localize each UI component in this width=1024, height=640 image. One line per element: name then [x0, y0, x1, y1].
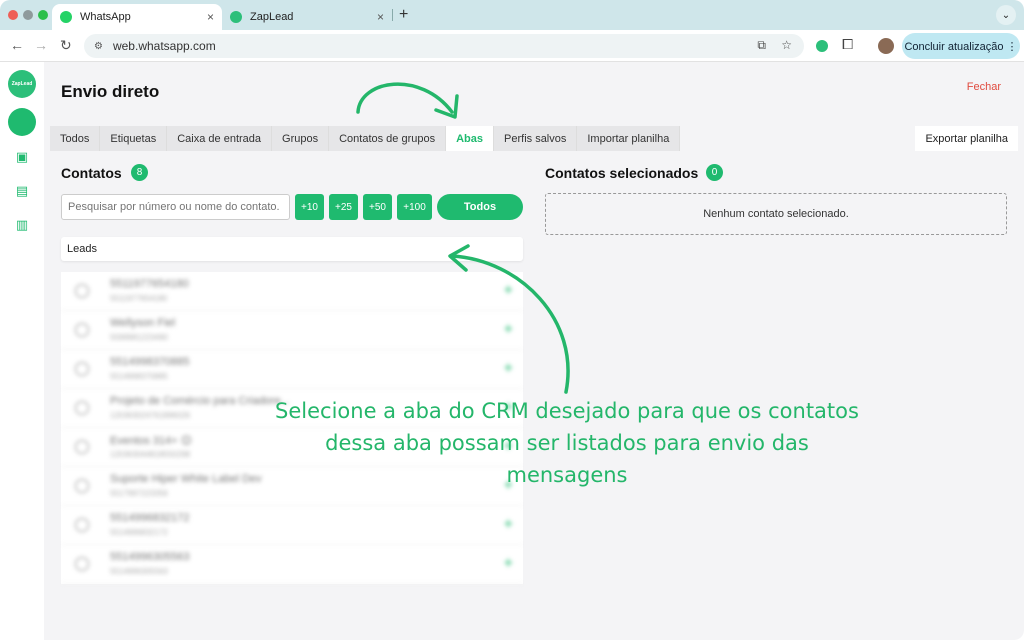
contact-number: 120363024761896026 [110, 411, 191, 420]
group-icon [75, 440, 89, 454]
profile-avatar[interactable] [878, 38, 894, 54]
add-contact-icon[interactable]: + [504, 516, 513, 534]
tab-abas[interactable]: Abas [446, 126, 495, 151]
contact-number: 5599981223490 [110, 333, 168, 342]
zaplead-logo[interactable]: ZapLead [8, 70, 36, 98]
whatsapp-icon [60, 11, 72, 23]
tab-caixa-de-entrada[interactable]: Caixa de entrada [167, 126, 273, 151]
add-50-button[interactable]: +50 [363, 194, 392, 220]
zaplead-extension-icon[interactable] [816, 40, 828, 52]
user-icon [75, 284, 89, 298]
chat-bubbles-icon[interactable]: ▤ [15, 183, 29, 198]
site-settings-icon[interactable]: ⚙ [94, 41, 103, 52]
contact-number: 5517997223356 [110, 489, 168, 498]
empty-selection-text: Nenhum contato selecionado. [703, 208, 849, 220]
contact-number: 5514998370885 [110, 372, 168, 381]
tab-contatos-de-grupos[interactable]: Contatos de grupos [329, 126, 447, 151]
tab-strip: WhatsApp × ZapLead × + ⌄ [0, 0, 1024, 30]
contact-name: 5514996305563 [110, 551, 190, 563]
add-10-button[interactable]: +10 [295, 194, 324, 220]
contact-number: 5514996305563 [110, 567, 168, 576]
clipboard-icon[interactable]: ▥ [15, 217, 29, 232]
tab-search-button[interactable]: ⌄ [996, 5, 1016, 25]
zaplead-icon [230, 11, 242, 23]
reload-icon[interactable]: ↻ [60, 37, 72, 54]
url-text: web.whatsapp.com [112, 39, 216, 53]
bookmark-star-icon[interactable]: ☆ [781, 38, 792, 52]
minimize-window-button[interactable] [23, 10, 33, 20]
user-icon [75, 557, 89, 571]
contacts-title: Contatos [61, 165, 122, 181]
selected-count-badge: 0 [706, 164, 723, 181]
add-contact-icon[interactable]: + [504, 360, 513, 378]
add-contact-icon[interactable]: + [504, 282, 513, 300]
user-icon [75, 362, 89, 376]
sidebar-avatar[interactable] [8, 108, 36, 136]
direct-send-panel: Envio direto Fechar Todos Etiquetas Caix… [44, 62, 1024, 640]
close-window-button[interactable] [8, 10, 18, 20]
add-100-button[interactable]: +100 [397, 194, 432, 220]
address-bar[interactable]: ⚙ web.whatsapp.com ⧉ ☆ [84, 34, 804, 58]
browser-tab-whatsapp[interactable]: WhatsApp × [52, 4, 222, 30]
forward-arrow-icon[interactable]: → [34, 37, 48, 53]
list-item[interactable]: 5511977654180 5511977654180 + [61, 272, 523, 311]
list-item[interactable]: 5514996832172 5514996832172 + [61, 506, 523, 545]
extensions-puzzle-icon[interactable]: ⧠ [842, 36, 853, 53]
tab-importar-planilha[interactable]: Importar planilha [577, 126, 681, 151]
close-tab-icon[interactable]: × [377, 10, 384, 24]
group-icon [75, 401, 89, 415]
source-tabs: Todos Etiquetas Caixa de entrada Grupos … [50, 126, 681, 151]
contact-name: Eventos 314+ 😊 [110, 435, 193, 447]
browser-window: WhatsApp × ZapLead × + ⌄ ← → ↻ ⚙ web.wha… [0, 0, 1024, 640]
tab-etiquetas[interactable]: Etiquetas [100, 126, 168, 151]
close-button[interactable]: Fechar [967, 81, 1001, 93]
crm-tab-select[interactable]: Leads [61, 237, 523, 261]
contact-name: Wellyson Fiel [110, 317, 176, 329]
contacts-count-badge: 8 [131, 164, 148, 181]
add-contact-icon[interactable]: + [504, 555, 513, 573]
contact-name: 5514998370885 [110, 356, 190, 368]
tab-content: Contatos 8 +10 +25 +50 +100 Todos Leads … [50, 151, 1018, 633]
contact-number: 5514996832172 [110, 528, 168, 537]
user-icon [75, 518, 89, 532]
list-item[interactable]: 5514998370885 5514998370885 + [61, 350, 523, 389]
tab-title: WhatsApp [80, 11, 131, 23]
browser-toolbar: ← → ↻ ⚙ web.whatsapp.com ⧉ ☆ ⧠ Concluir … [0, 30, 1024, 62]
user-icon [75, 479, 89, 493]
app-sidebar: ZapLead ▣ ▤ ▥ [0, 62, 44, 640]
contact-name: 5511977654180 [110, 278, 189, 290]
contact-name: Suporte Hiper White Label Dev [110, 473, 262, 485]
contact-number: 5511977654180 [110, 294, 168, 303]
add-contact-icon[interactable]: + [504, 321, 513, 339]
tab-title: ZapLead [250, 11, 294, 23]
add-all-button[interactable]: Todos [437, 194, 523, 220]
install-app-icon[interactable]: ⧉ [757, 38, 766, 52]
tab-grupos[interactable]: Grupos [272, 126, 330, 151]
list-item[interactable]: 5514996305563 5514996305563 + [61, 545, 523, 584]
user-icon [75, 323, 89, 337]
add-25-button[interactable]: +25 [329, 194, 358, 220]
back-arrow-icon[interactable]: ← [10, 37, 24, 53]
selected-contacts-dropzone: Nenhum contato selecionado. [545, 193, 1007, 235]
tab-todos[interactable]: Todos [50, 126, 101, 151]
update-button[interactable]: Concluir atualização ⋮ [902, 33, 1020, 59]
tab-perfis-salvos[interactable]: Perfis salvos [494, 126, 578, 151]
browser-tab-zaplead[interactable]: ZapLead × [222, 4, 392, 30]
tab-separator [392, 9, 393, 21]
new-tab-button[interactable]: + [399, 6, 408, 24]
list-item[interactable]: Wellyson Fiel 5599981223490 + [61, 311, 523, 350]
instruction-callout: Selecione a aba do CRM desejado para que… [275, 399, 859, 487]
maximize-window-button[interactable] [38, 10, 48, 20]
selected-contacts-title: Contatos selecionados [545, 165, 699, 181]
contact-name: 5514996832172 [110, 512, 190, 524]
close-tab-icon[interactable]: × [207, 10, 214, 24]
contact-search-input[interactable] [61, 194, 290, 220]
contact-number: 120363044818550298 [110, 450, 191, 459]
tab-exportar-planilha[interactable]: Exportar planilha [915, 126, 1018, 151]
contact-card-icon[interactable]: ▣ [15, 149, 29, 164]
page-title: Envio direto [61, 82, 160, 101]
